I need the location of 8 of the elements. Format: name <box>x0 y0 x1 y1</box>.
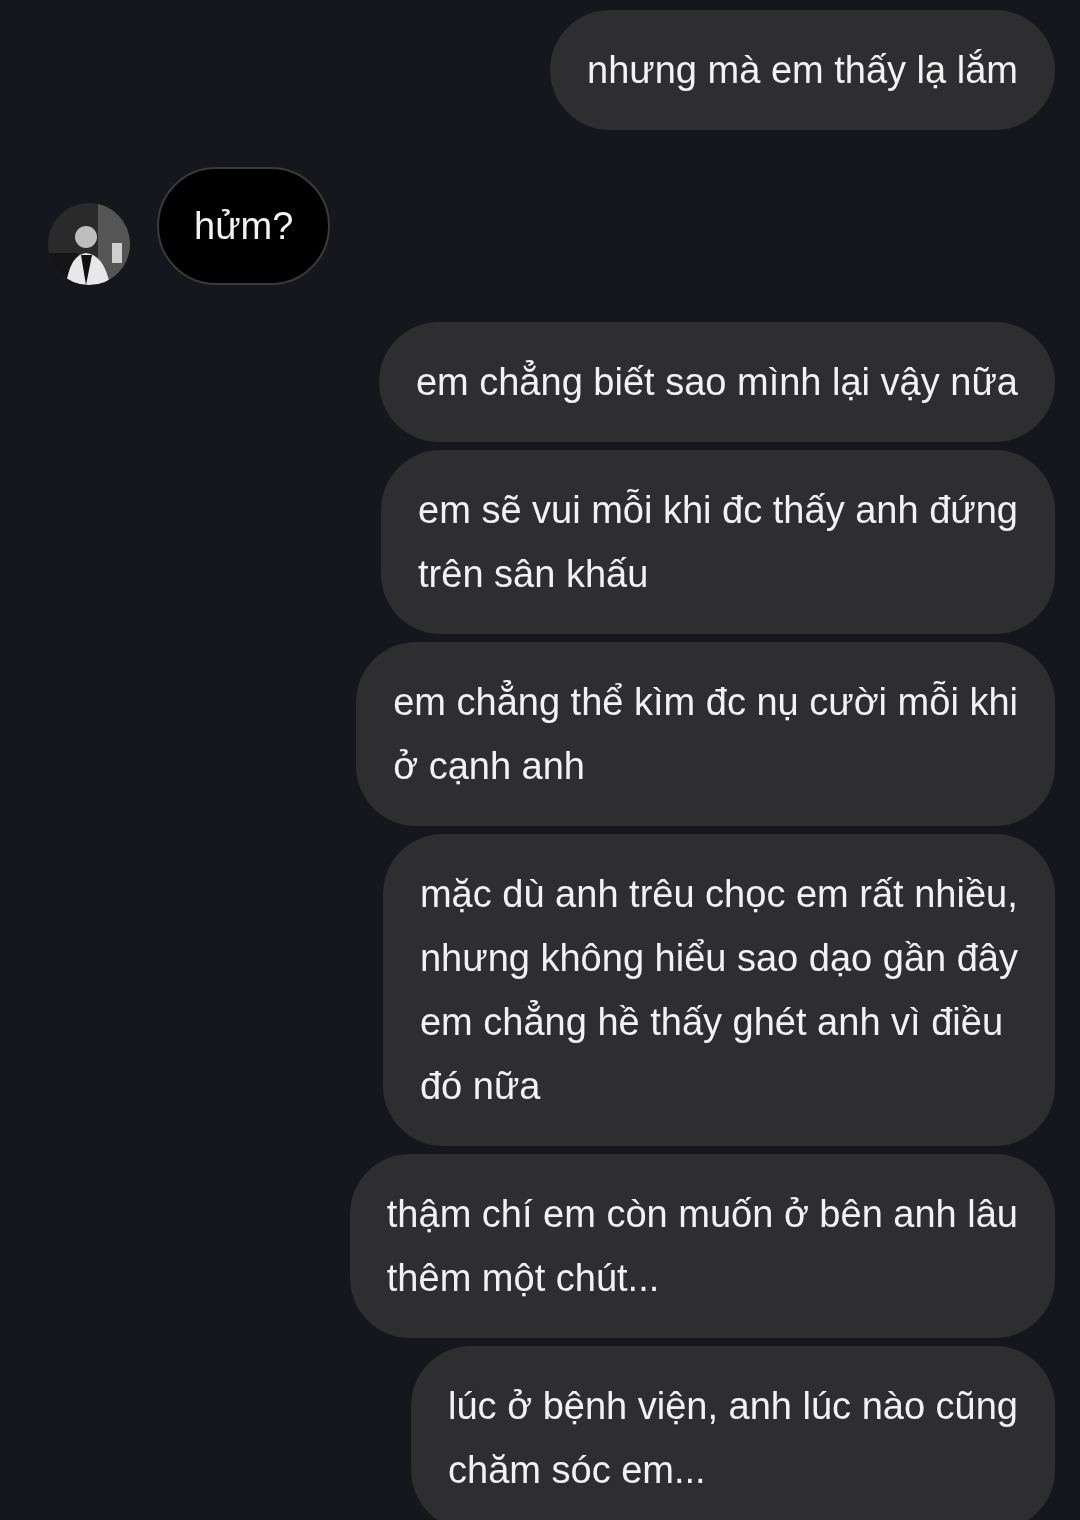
message-bubble: em sẽ vui mỗi khi đc thấy anh đứng trên sân khấu <box>381 450 1055 634</box>
message-bubble: mặc dù anh trêu chọc em rất nhiều, nhưng không hiểu sao dạo gần đây em chẳng hề thấy ghét anh vì điều đó nữa <box>382 834 1055 1146</box>
message-bubble: thậm chí em còn muốn ở bên anh lâu thêm một chút... <box>349 1154 1055 1338</box>
message-bubble: hửm? <box>157 167 331 285</box>
message-bubble: nhưng mà em thấy lạ lắm <box>550 10 1055 130</box>
message-bubble: em chẳng thể kìm đc nụ cười mỗi khi ở cạnh anh <box>356 642 1055 826</box>
message-bubble: em chẳng biết sao mình lại vậy nữa <box>378 322 1055 442</box>
message-bubble: lúc ở bệnh viện, anh lúc nào cũng chăm sóc em... <box>411 1346 1055 1520</box>
